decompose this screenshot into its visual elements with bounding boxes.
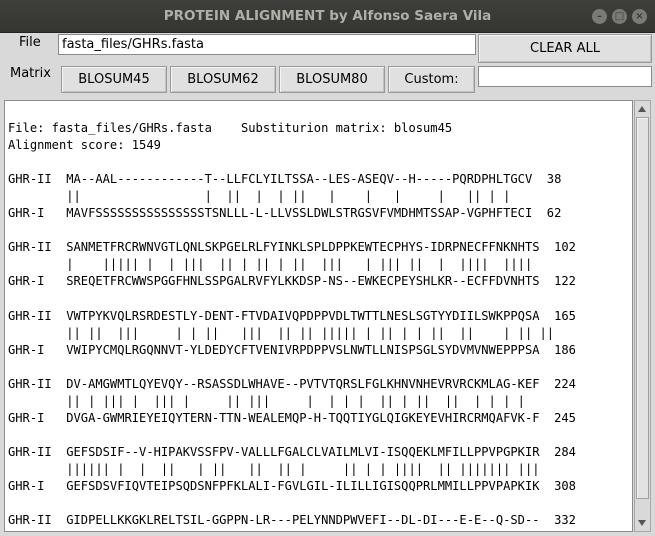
app-window: PROTEIN ALIGNMENT by Alfonso Saera Vila … [0, 0, 655, 536]
alignment-line: |||||| | | || | || || || | || | | |||| |… [8, 462, 540, 476]
alignment-line: GHR-II GIDPELLKKGKLRELTSIL-GGPPN-LR---PE… [8, 513, 576, 528]
alignment-line: || | || | | || | | | | || | | [8, 189, 511, 204]
blosum62-button[interactable]: BLOSUM62 [170, 66, 276, 93]
alignment-line: GHR-I MAVFSSSSSSSSSSSSSSSTSNLLL-L-LLVSSL… [8, 206, 562, 221]
alignment-line: | ||||| | | ||| || | || | || ||| | ||| |… [8, 257, 533, 272]
alignment-line: Alignment score: 1549 [8, 138, 161, 153]
alignment-line: GHR-I SREQETFRCWWSPGGFHNLSSPGALRVFYLKKDS… [8, 274, 576, 289]
alignment-line: GHR-II SANMETFRCRWNVGTLQNLSKPGELRLFYINKL… [8, 240, 576, 255]
alignment-line: GHR-I VWIPYCMQLRGQNNVT-YLDEDYCFTVENIVRPD… [8, 342, 576, 357]
clear-all-button[interactable]: CLEAR ALL [478, 34, 652, 63]
alignment-line: GHR-I GEFSDSVFIQVTEIPSQDSNFPFKLALI-FGVLG… [8, 479, 576, 494]
alignment-line: || || ||| | | || ||| || || ||||| | || | … [8, 325, 555, 340]
scrollbar-thumb[interactable] [636, 117, 649, 499]
alignment-line: GHR-I DVGA-GWMRIEYEIQYTERN-TTN-WEALEMQP-… [8, 410, 576, 425]
close-icon[interactable]: × [632, 9, 647, 24]
scroll-up-arrow-icon[interactable] [635, 101, 650, 116]
window-title: PROTEIN ALIGNMENT by Alfonso Saera Vila [163, 8, 492, 24]
alignment-output[interactable]: File: fasta_files/GHRs.fasta Substiturio… [4, 100, 633, 532]
alignment-line: GHR-II MA--AAL------------T--LLFCLYILTSS… [8, 172, 562, 187]
alignment-line: GHR-II VWTPYKVQLRSRDESTLY-DENT-FTVDAIVQP… [8, 308, 576, 323]
alignment-line: GHR-II GEFSDSIF--V-HIPAKVSSFPV-VALLLFGAL… [8, 444, 576, 459]
alignment-line: GHR-II DV-AMGWMTLQYEVQY--RSASSDLWHAVE--P… [8, 376, 576, 391]
matrix-label: Matrix [10, 66, 51, 81]
alignment-line: || | ||| | ||| | || ||| | | | | || | || … [8, 393, 525, 408]
maximize-icon[interactable]: □ [612, 9, 627, 24]
file-label: File [19, 35, 41, 50]
vertical-scrollbar[interactable] [634, 100, 651, 532]
title-bar[interactable]: PROTEIN ALIGNMENT by Alfonso Saera Vila … [0, 0, 655, 33]
scroll-down-arrow-icon[interactable] [635, 516, 650, 531]
minimize-icon[interactable]: – [592, 9, 607, 24]
alignment-line: File: fasta_files/GHRs.fasta Substiturio… [8, 121, 453, 135]
blosum80-button[interactable]: BLOSUM80 [279, 66, 385, 93]
custom-matrix-input[interactable] [478, 66, 652, 87]
custom-matrix-button[interactable]: Custom: [388, 66, 475, 93]
blosum45-button[interactable]: BLOSUM45 [61, 66, 167, 93]
file-path-input[interactable]: fasta_files/GHRs.fasta [58, 34, 476, 55]
